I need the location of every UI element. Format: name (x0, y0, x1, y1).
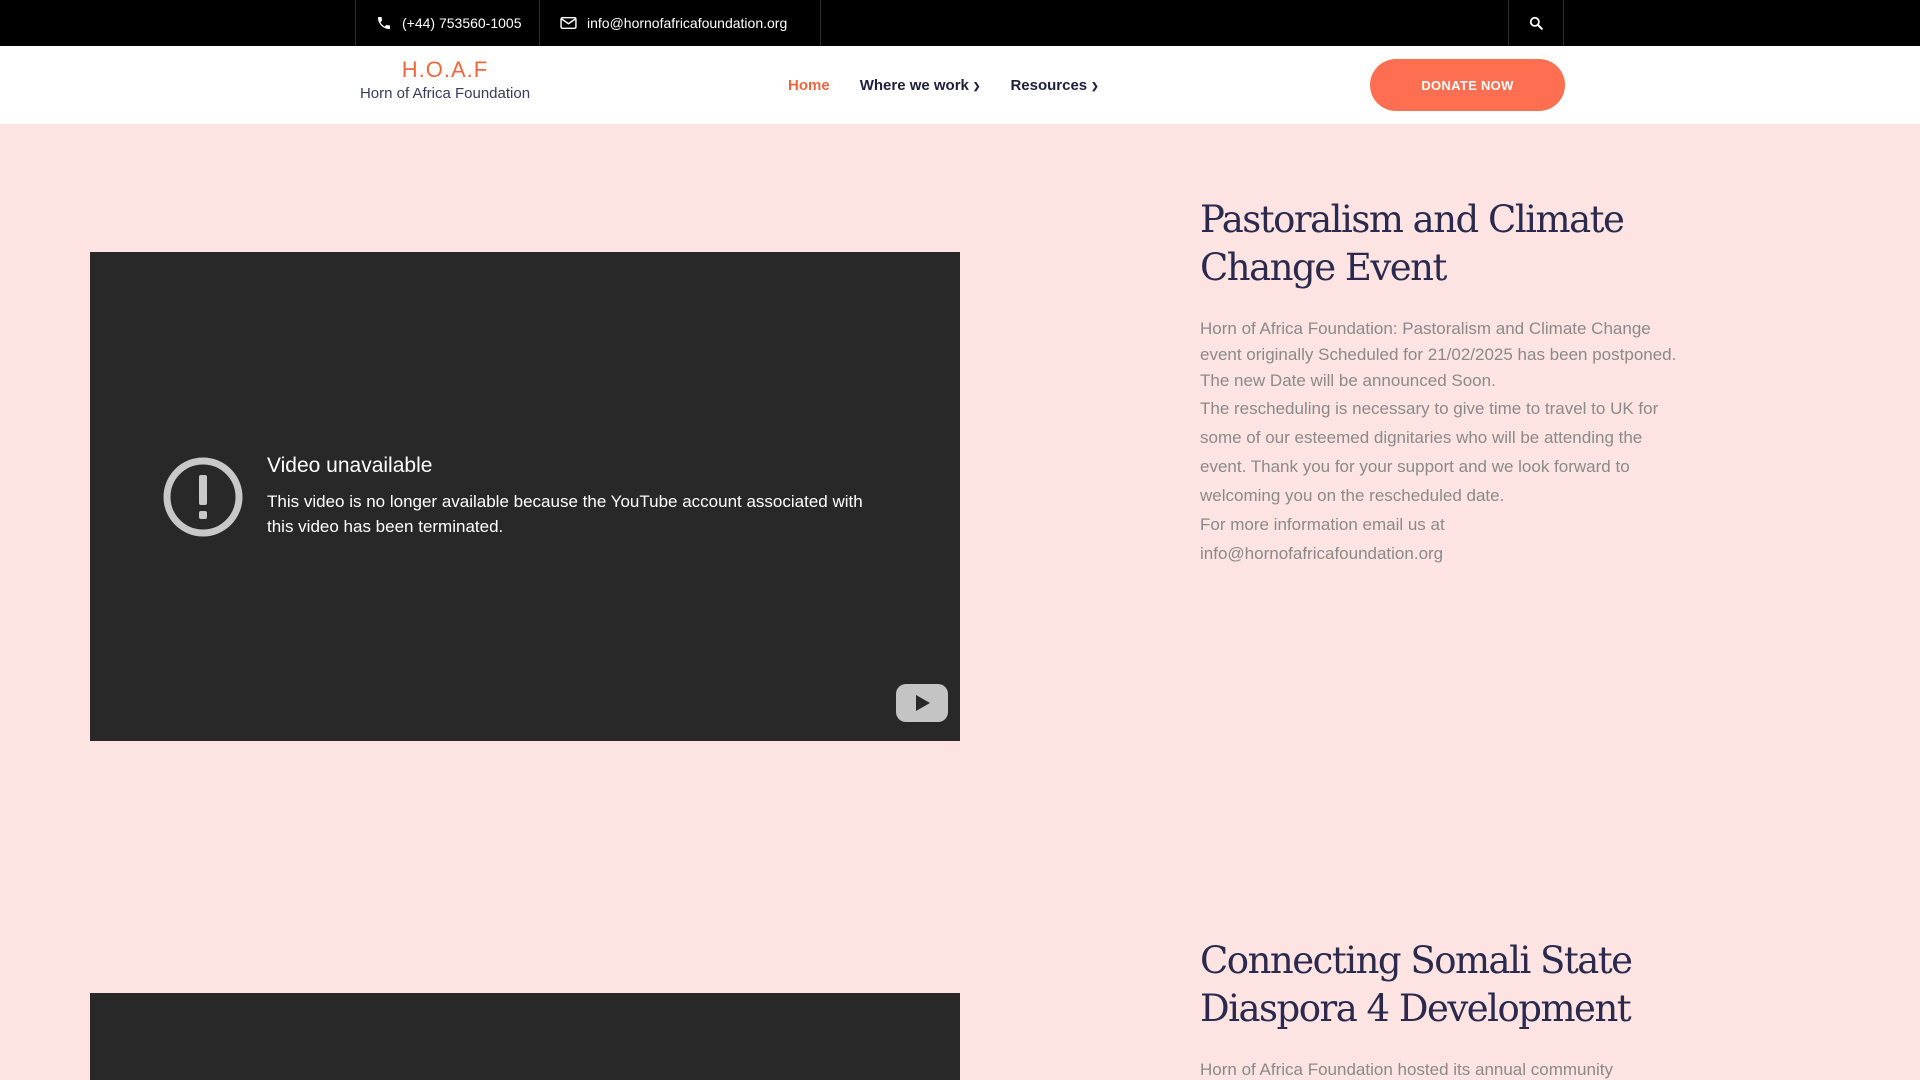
topbar-email[interactable]: info@hornofafricafoundation.org (539, 0, 821, 46)
chevron-down-icon: ❯ (1091, 80, 1099, 91)
topbar-phone[interactable]: (+44) 753560-1005 (355, 0, 539, 46)
search-button[interactable] (1508, 0, 1564, 46)
event-description: Horn of Africa Foundation hosted its ann… (1200, 1057, 1690, 1080)
nav-item-home[interactable]: Home (788, 77, 830, 94)
nav-item-label: Where we work (859, 76, 969, 94)
logo-subtitle: Horn of Africa Foundation (359, 85, 531, 102)
video-embed[interactable]: Video unavailable This video is no longe… (90, 252, 960, 741)
nav-item-label: Resources (1010, 76, 1088, 94)
chevron-down-icon: ❯ (972, 80, 981, 91)
email-address: info@hornofafricafoundation.org (587, 15, 788, 31)
event-title: Pastoralism and Climate Change Event (1200, 198, 1625, 289)
search-icon (1529, 16, 1543, 30)
event-paragraph: For more information email us at info@ho… (1200, 515, 1445, 563)
event-paragraph: Horn of Africa Foundation hosted its ann… (1200, 1060, 1613, 1079)
envelope-icon (560, 16, 577, 30)
video-error-title: Video unavailable (267, 454, 433, 477)
donate-button[interactable]: DONATE NOW (1370, 59, 1565, 111)
event-title: Connecting Somali State Diaspora 4 Devel… (1200, 939, 1633, 1030)
event-paragraph: Horn of Africa Foundation: Pastoralism a… (1200, 319, 1677, 390)
site-logo[interactable]: H.O.A.F Horn of Africa Foundation (355, 57, 535, 102)
event-block: Connecting Somali State Diaspora 4 Devel… (1200, 937, 1690, 1080)
event-description: Horn of Africa Foundation: Pastoralism a… (1200, 316, 1690, 568)
nav-item-where-we-work[interactable]: Where we work ❯ (860, 77, 981, 94)
youtube-logo-icon[interactable] (896, 684, 948, 722)
nav-item-label: Home (788, 76, 830, 94)
top-bar: (+44) 753560-1005 info@hornofafricafound… (0, 0, 1920, 46)
nav-item-resources[interactable]: Resources ❯ (1010, 77, 1098, 94)
phone-number: (+44) 753560-1005 (402, 15, 522, 31)
video-embed[interactable] (90, 993, 960, 1080)
phone-icon (378, 17, 390, 29)
exclamation-circle-icon (163, 457, 243, 537)
event-paragraph: The rescheduling is necessary to give ti… (1200, 399, 1659, 505)
event-block: Pastoralism and Climate Change Event Hor… (1200, 196, 1690, 568)
site-header: H.O.A.F Horn of Africa Foundation Home W… (0, 46, 1920, 124)
video-error-message: This video is no longer available becaus… (267, 492, 863, 536)
main-nav: Home Where we work ❯ Resources ❯ (788, 46, 1099, 124)
logo-title: H.O.A.F (401, 57, 489, 82)
